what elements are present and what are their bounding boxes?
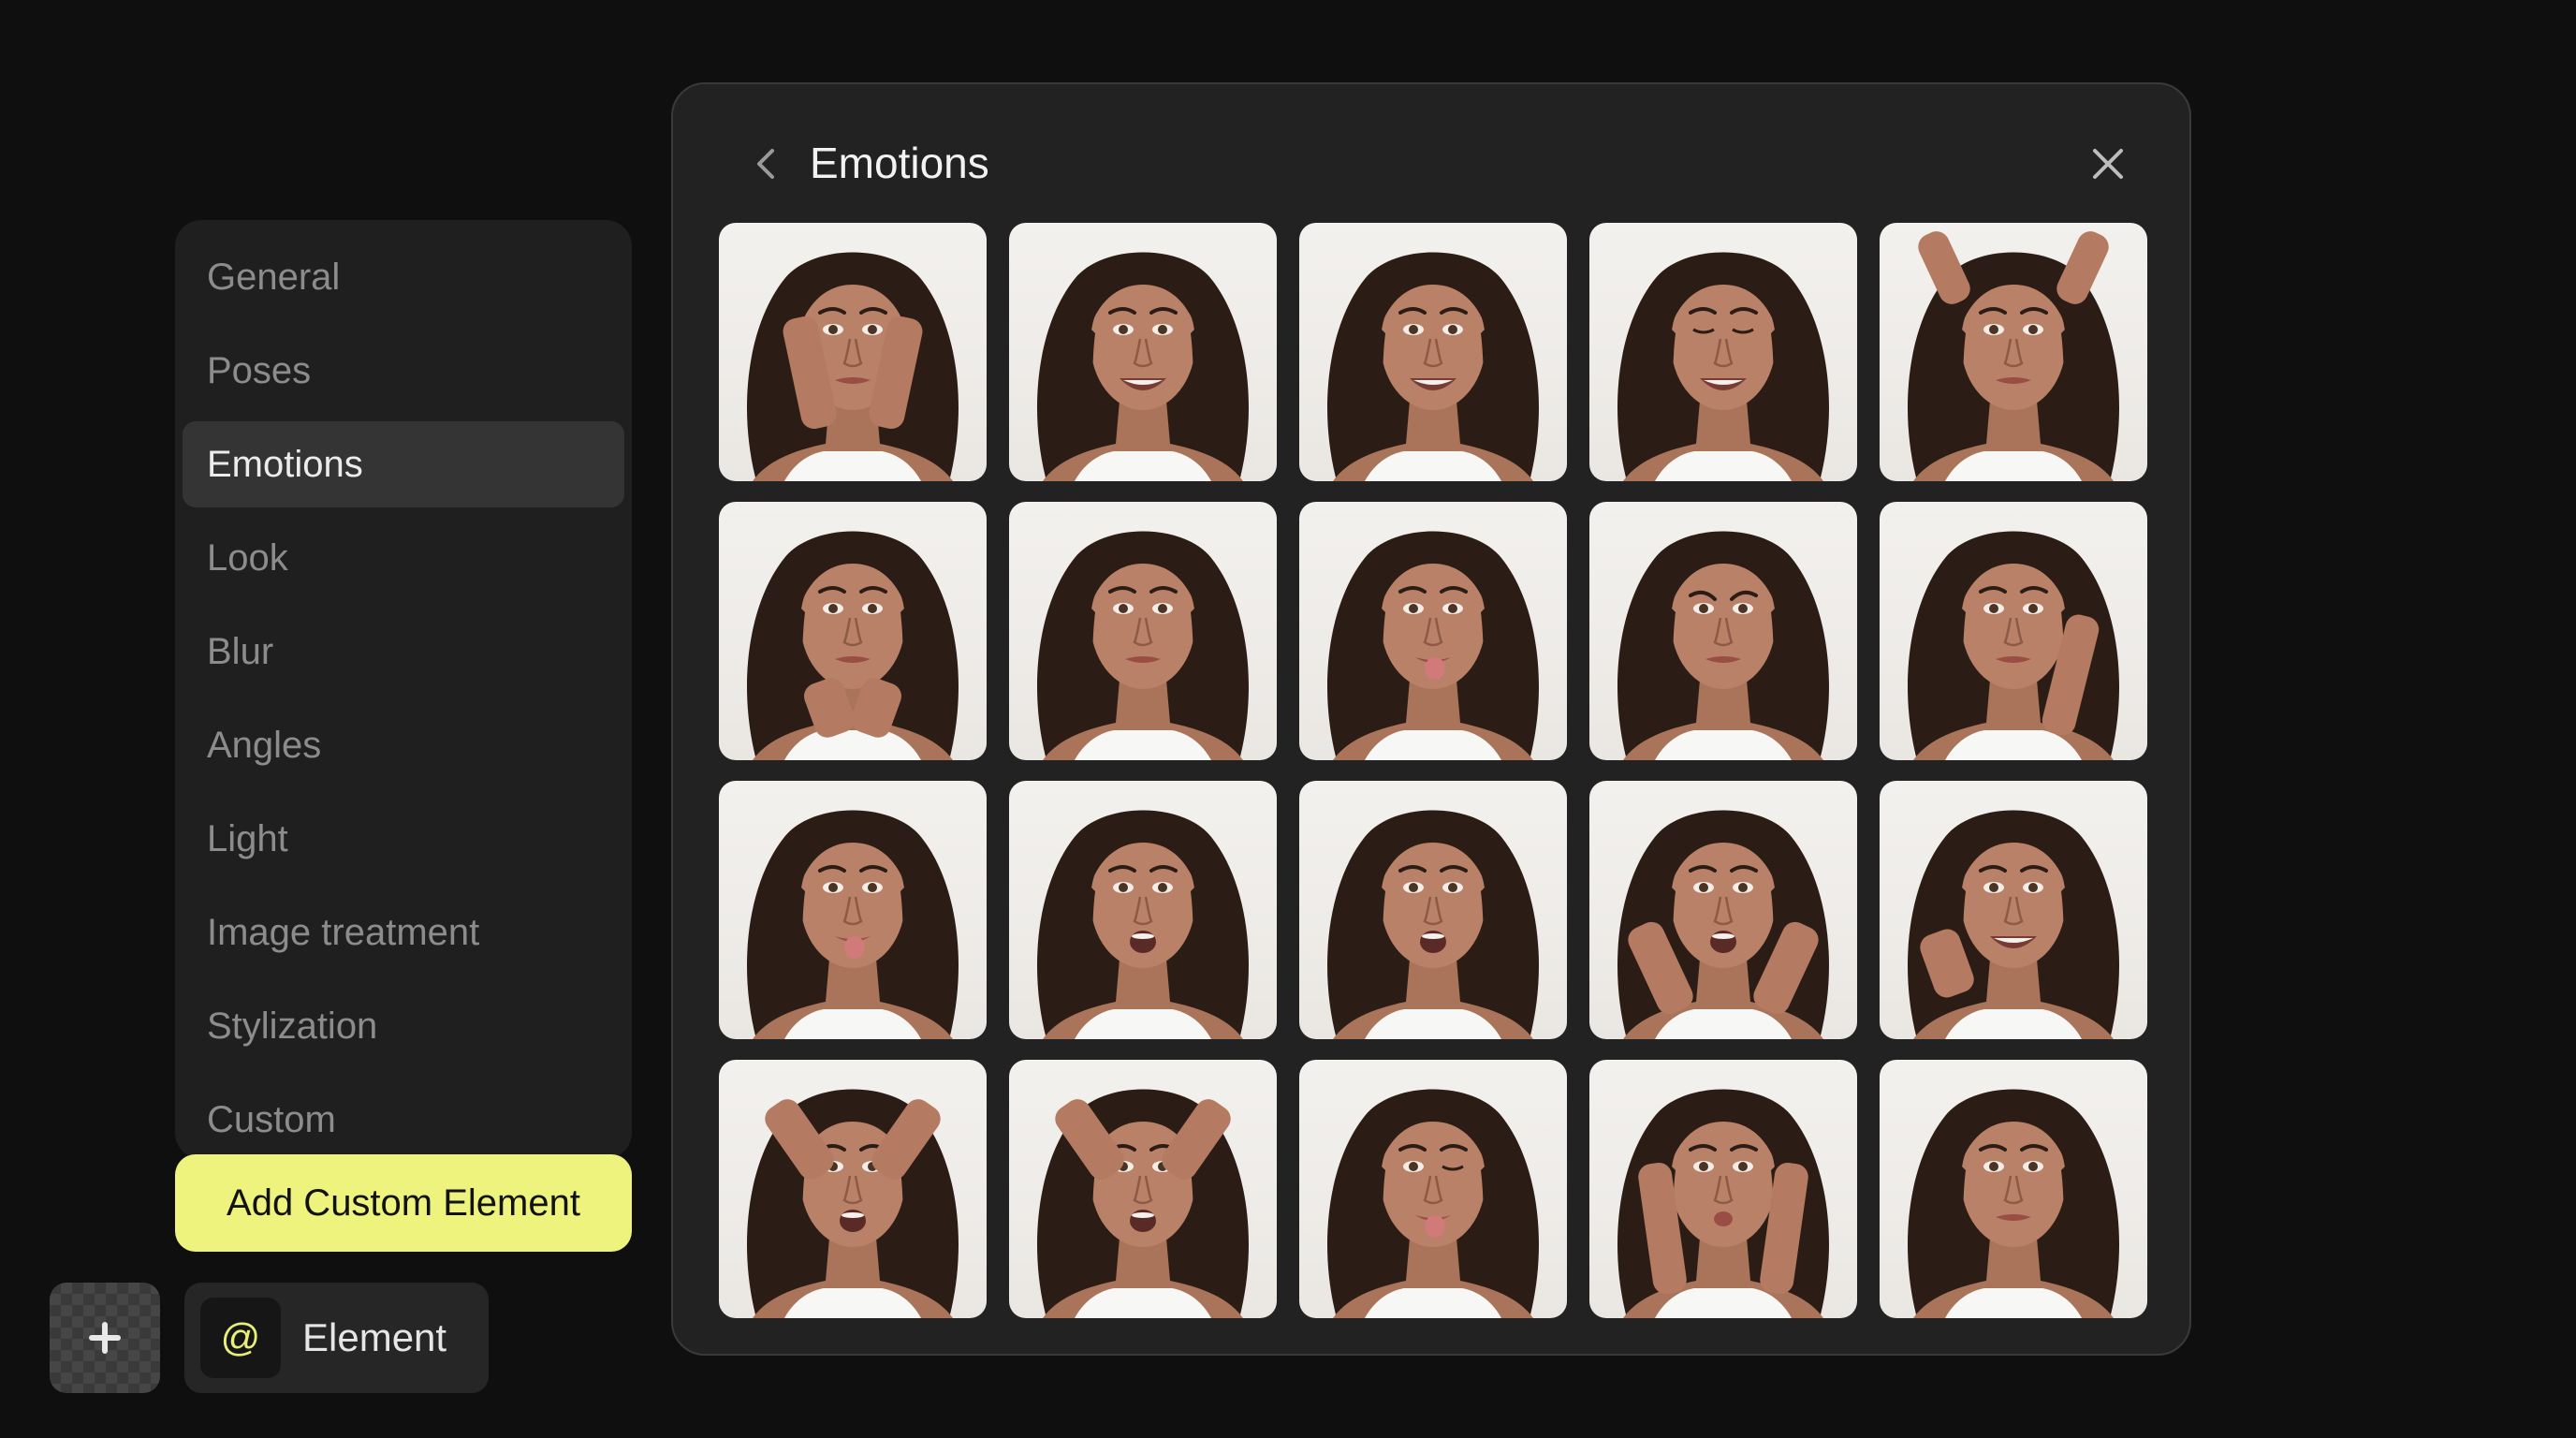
close-button[interactable]: [2075, 131, 2141, 197]
portrait-image: [1327, 252, 1539, 481]
portrait-image: [747, 1089, 959, 1318]
portrait-image: [1908, 531, 2119, 760]
portrait-image: [1327, 531, 1539, 760]
emotion-thumbnail-shocked[interactable]: [1589, 781, 1857, 1039]
emotion-thumbnail-hand-on-cheek[interactable]: [1880, 502, 2147, 760]
emotions-panel: Emotions: [671, 82, 2191, 1356]
portrait-image: [1617, 810, 1829, 1039]
sidebar-item-emotions[interactable]: Emotions: [183, 421, 624, 507]
sidebar-item-image-treatment[interactable]: Image treatment: [183, 889, 624, 976]
portrait-image: [1327, 810, 1539, 1039]
emotion-thumbnail-worried[interactable]: [1009, 1060, 1277, 1318]
portrait-image: [1037, 252, 1249, 481]
chevron-left-icon: [757, 149, 774, 179]
plus-icon-stroke: [102, 1322, 108, 1354]
emotion-thumbnail-stressed[interactable]: [719, 1060, 987, 1318]
sidebar-item-look[interactable]: Look: [183, 515, 624, 601]
portrait-image: [747, 252, 959, 481]
emotion-thumbnail-calm[interactable]: [1880, 1060, 2147, 1318]
portrait-image: [1908, 810, 2119, 1039]
emotion-thumbnail-surprised[interactable]: [1009, 781, 1277, 1039]
close-icon: [2093, 149, 2123, 179]
portrait-image: [747, 531, 959, 760]
emotion-thumbnail-rock-on[interactable]: [1589, 1060, 1857, 1318]
emotion-thumbnail-small-gesture[interactable]: [1880, 781, 2147, 1039]
emotion-thumbnail-smile[interactable]: [1299, 223, 1567, 481]
portrait-image: [1617, 252, 1829, 481]
sidebar-item-blur[interactable]: Blur: [183, 609, 624, 695]
emotion-thumbnail-tongue-out[interactable]: [719, 781, 987, 1039]
at-icon: @: [200, 1298, 281, 1378]
panel-title: Emotions: [810, 139, 989, 187]
portrait-image: [747, 810, 959, 1039]
add-button[interactable]: [50, 1283, 160, 1393]
emotion-thumbnail-chin-on-hands[interactable]: [719, 502, 987, 760]
sidebar-item-general[interactable]: General: [183, 234, 624, 320]
emotion-thumbnail-neutral[interactable]: [1009, 502, 1277, 760]
emotion-thumbnail-pout[interactable]: [1299, 781, 1567, 1039]
sidebar-item-poses[interactable]: Poses: [183, 328, 624, 414]
portrait-image: [1037, 810, 1249, 1039]
sidebar-item-stylization[interactable]: Stylization: [183, 983, 624, 1069]
category-sidebar: General Poses Emotions Look Blur Angles Light I…: [175, 220, 632, 1159]
portrait-image: [1037, 531, 1249, 760]
back-button[interactable]: [734, 131, 799, 197]
element-chip[interactable]: @ Element: [184, 1283, 489, 1393]
portrait-image: [1617, 531, 1829, 760]
portrait-image: [1908, 231, 2119, 481]
emotion-thumbnail-frown[interactable]: [1589, 502, 1857, 760]
emotion-thumbnail-wink-tongue[interactable]: [1299, 1060, 1567, 1318]
thumbnail-grid: [719, 223, 2147, 1318]
emotion-thumbnail-horns-gesture[interactable]: [1880, 223, 2147, 481]
sidebar-item-custom[interactable]: Custom: [183, 1077, 624, 1163]
portrait-image: [1617, 1089, 1829, 1318]
sidebar-item-angles[interactable]: Angles: [183, 702, 624, 788]
emotion-thumbnail-tongue-side[interactable]: [1299, 502, 1567, 760]
sidebar-item-light[interactable]: Light: [183, 796, 624, 882]
portrait-image: [1327, 1089, 1539, 1318]
portrait-image: [1037, 1089, 1249, 1318]
element-label: Element: [302, 1315, 447, 1359]
add-custom-element-button[interactable]: Add Custom Element: [175, 1154, 632, 1252]
emotion-thumbnail-big-smile[interactable]: [1009, 223, 1277, 481]
emotion-thumbnail-laugh[interactable]: [1589, 223, 1857, 481]
portrait-image: [1908, 1089, 2119, 1318]
emotion-thumbnail-hands-on-face[interactable]: [719, 223, 987, 481]
